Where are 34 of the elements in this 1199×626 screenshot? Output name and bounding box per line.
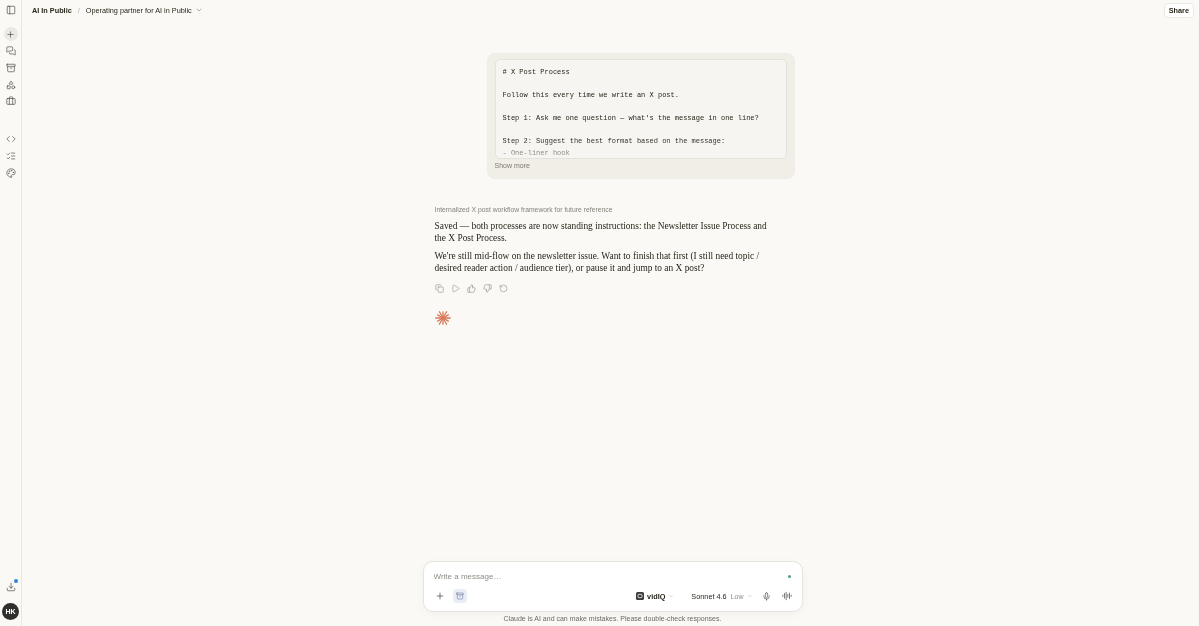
connector-logo-icon bbox=[636, 592, 645, 600]
status-dot-icon bbox=[787, 575, 791, 578]
code-icon bbox=[5, 134, 16, 144]
panel-icon bbox=[5, 5, 16, 15]
download-icon bbox=[5, 582, 16, 592]
shapes-icon bbox=[5, 80, 16, 90]
project-toggle-button[interactable] bbox=[452, 589, 467, 603]
chat-bubbles-icon bbox=[5, 46, 16, 56]
projects-button[interactable] bbox=[3, 61, 18, 75]
checklist-icon bbox=[5, 151, 16, 161]
palette-icon bbox=[5, 168, 16, 178]
archive-box-icon bbox=[5, 63, 16, 73]
archive-box-icon bbox=[455, 592, 464, 600]
response-paragraph: Saved — both processes are now standing instructions: the Newsletter Issue Process and the X Post Process. bbox=[434, 219, 768, 244]
response-paragraph: We're still mid-flow on the newsletter issue. Want to finish that first (I still need topic / desired reader action / audience tier), or pause it and jump to an X post? bbox=[434, 249, 761, 274]
copy-icon[interactable] bbox=[434, 283, 444, 293]
chevron-down-icon bbox=[746, 593, 753, 599]
plus-icon bbox=[6, 29, 15, 39]
message-input[interactable]: Write a message… bbox=[433, 571, 788, 582]
tools-button[interactable] bbox=[3, 94, 18, 108]
new-chat-button[interactable] bbox=[3, 27, 18, 41]
chats-button[interactable] bbox=[3, 44, 18, 58]
microphone-icon[interactable] bbox=[761, 591, 771, 601]
play-icon[interactable] bbox=[450, 283, 460, 293]
chevron-down-icon bbox=[194, 6, 203, 14]
starburst-icon bbox=[434, 309, 451, 326]
chevron-down-icon bbox=[668, 593, 675, 599]
briefcase-icon bbox=[5, 96, 16, 106]
plus-icon bbox=[434, 591, 445, 601]
retry-icon[interactable] bbox=[498, 283, 508, 293]
thumbs-down-icon[interactable] bbox=[482, 283, 492, 293]
thumbs-up-icon[interactable] bbox=[466, 283, 476, 293]
customize-button[interactable] bbox=[3, 166, 18, 180]
sound-wave-icon[interactable] bbox=[781, 591, 792, 601]
